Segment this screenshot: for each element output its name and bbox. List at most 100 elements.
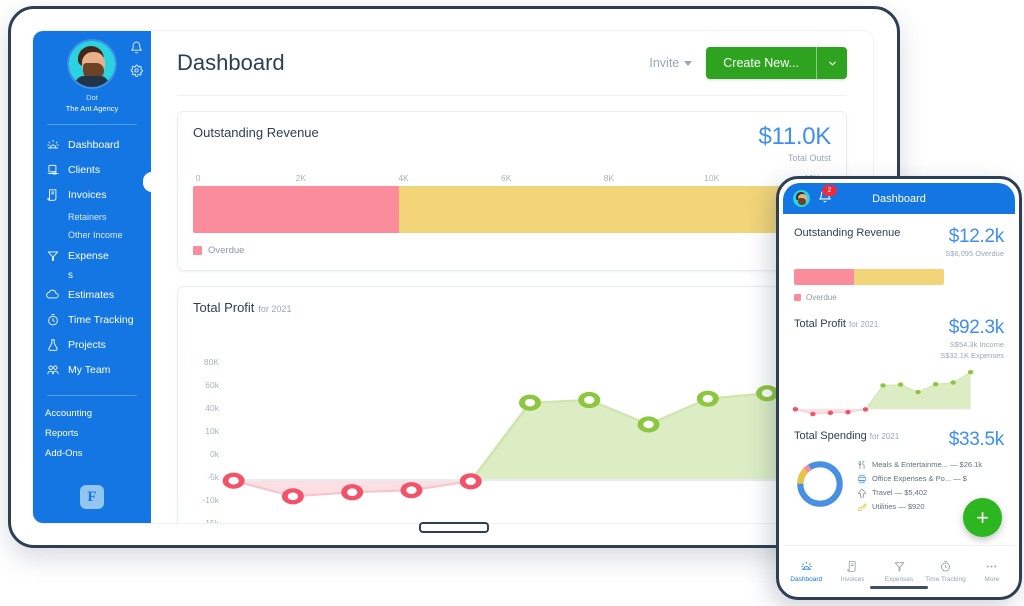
card-amount-block: $11.0K Total Outst (759, 125, 832, 164)
profit-subtitle: for 2021 (258, 304, 292, 314)
phone-profit-amount: $92.3k (948, 316, 1005, 338)
phone-profit-title: Total Profit for 2021 (794, 318, 878, 330)
sidebar-subitem-other-income[interactable]: Other Income (45, 226, 151, 244)
create-new-dropdown-button[interactable] (817, 47, 847, 79)
sidebar-item-reports[interactable]: Reports (45, 424, 151, 444)
dashboard-icon (45, 138, 60, 153)
spending-title: Total Spending (794, 429, 867, 442)
tab-dashboard[interactable]: Dashboard (783, 560, 829, 583)
create-new-button[interactable]: Create New... (706, 47, 816, 79)
header-actions: Invite Create New... (649, 47, 847, 79)
outstanding-revenue-card: Outstanding Revenue $11.0K Total Outst 0… (177, 111, 847, 271)
axis-tick: 10K (704, 173, 720, 183)
invite-dropdown[interactable]: Invite (649, 56, 693, 70)
phone-outstanding-amount: $12.2k (948, 226, 1005, 247)
phone-profit-amount-block: $92.3k S$54.3k Income S$32.1K Expenses (940, 318, 1004, 362)
sidebar-item-expenses[interactable]: Expense (45, 244, 151, 269)
bar-segment-outstanding (399, 186, 812, 233)
total-profit-card: Total Profitfor 2021 $89 tot 80K 60k 40k… (177, 286, 847, 523)
phone-outstanding-amount-block: $12.2k S$6,095 Overdue (945, 227, 1004, 260)
sidebar-item-label: Clients (68, 164, 101, 177)
tab-label: Dashboard (790, 575, 823, 583)
freshbooks-logo: F (80, 485, 104, 509)
y-axis-tick: 60k (205, 380, 219, 390)
phone-device-frame: 2 Dashboard Outstanding Revenue $12.2k S… (776, 176, 1022, 600)
axis-tick: 4K (398, 173, 409, 183)
phone-spending-amount-block: $33.5k (949, 430, 1005, 449)
tab-expenses[interactable]: Expenses (876, 560, 922, 583)
estimates-icon (45, 288, 60, 303)
card-header: Total Profitfor 2021 $89 tot (193, 300, 831, 339)
phone-profit-section: Total Profit for 2021 $92.3k S$54.3k Inco… (792, 302, 1004, 422)
utilities-icon (856, 501, 867, 512)
sidebar-divider-bottom (47, 394, 137, 396)
card-title: Outstanding Revenue (193, 125, 319, 140)
bar-chart-legend: Overdue (193, 245, 831, 256)
office-icon (856, 473, 867, 484)
sidebar-item-dashboard[interactable]: Dashboard (45, 133, 151, 158)
legend-swatch-overdue (193, 246, 202, 255)
list-item-label: Travel — $5,402 (872, 488, 928, 498)
page-title: Dashboard (177, 50, 285, 75)
chart-plot-area (222, 344, 838, 514)
sidebar-item-label: Estimates (68, 289, 115, 302)
sidebar-item-label: Time Tracking (68, 314, 134, 327)
legend-label-overdue: Overdue (208, 245, 245, 256)
y-axis-tick: -5k (207, 472, 219, 482)
avatar[interactable] (69, 41, 115, 87)
tablet-screen: Dot The Ant Agency Dashboard Clients Inv… (33, 31, 873, 523)
sidebar-item-clients[interactable]: Clients (45, 158, 151, 183)
y-axis-tick: 0k (210, 449, 219, 459)
bar-segment-overdue (193, 186, 400, 233)
sidebar-subitem-retainers[interactable]: Retainers (45, 208, 151, 226)
list-item[interactable]: Office Expenses & Po... — $ (856, 472, 1004, 486)
phone-outstanding-title: Outstanding Revenue (794, 227, 901, 239)
sidebar-footer-nav: Accounting Reports Add-Ons (33, 404, 151, 464)
y-axis-tick: 40k (205, 403, 219, 413)
tab-label: Expenses (884, 575, 914, 583)
phone-legend: Overdue (794, 293, 1004, 302)
add-new-fab-button[interactable]: + (963, 498, 1002, 537)
phone-header: 2 Dashboard (783, 183, 1015, 214)
tablet-home-indicator (419, 522, 489, 533)
total-profit-chart: 80K 60k 40k 10k 0k -5k -10k -15k (193, 344, 838, 523)
y-axis-tick: 10k (205, 426, 219, 436)
invite-label: Invite (649, 56, 680, 70)
tab-label: Invoices (840, 575, 865, 583)
avatar[interactable] (793, 190, 810, 207)
tablet-device-frame: Dot The Ant Agency Dashboard Clients Inv… (8, 6, 900, 548)
notification-bell[interactable]: 2 (818, 185, 837, 208)
more-icon (987, 565, 997, 567)
gear-icon[interactable] (130, 64, 143, 77)
expenses-icon (894, 561, 904, 571)
sidebar-nav: Dashboard Clients Invoices Retainers Oth… (33, 133, 151, 383)
tab-invoices[interactable]: Invoices (829, 560, 875, 583)
sidebar-item-my-team[interactable]: My Team (45, 358, 151, 383)
sidebar-item-label: s (68, 270, 73, 282)
sidebar-item-addons[interactable]: Add-Ons (45, 444, 151, 464)
sidebar-item-estimates[interactable]: Estimates (45, 283, 151, 308)
list-item-label: Utilities — $920 (872, 502, 925, 512)
phone-outstanding-bar (794, 268, 944, 285)
profit-title: Total Profit (193, 300, 255, 315)
timer-icon (940, 560, 950, 572)
sidebar-item-label: My Team (68, 364, 111, 377)
notification-badge: 2 (822, 185, 837, 196)
sidebar-item-accounting[interactable]: Accounting (45, 404, 151, 424)
create-new-button-group[interactable]: Create New... (706, 47, 847, 79)
tab-time-tracking[interactable]: Time Tracking (922, 560, 968, 583)
sidebar-item-time-tracking[interactable]: Time Tracking (45, 308, 151, 333)
chevron-down-icon (828, 61, 836, 65)
bell-icon[interactable] (130, 41, 143, 54)
sidebar-divider-top (47, 123, 137, 125)
tab-more[interactable]: More (969, 560, 1015, 583)
meals-icon (856, 459, 867, 470)
y-axis-tick: -15k (202, 518, 219, 523)
screenshot-stage: Dot The Ant Agency Dashboard Clients Inv… (0, 0, 1024, 606)
sidebar-item-invoices[interactable]: Invoices (45, 183, 151, 208)
tab-label: Time Tracking (925, 575, 966, 583)
bar-segment-overdue (794, 268, 854, 285)
list-item[interactable]: Meals & Entertainme... — $26.1k (856, 458, 1004, 472)
sidebar-item-projects[interactable]: Projects (45, 333, 151, 358)
y-axis-tick: 80K (203, 357, 219, 367)
